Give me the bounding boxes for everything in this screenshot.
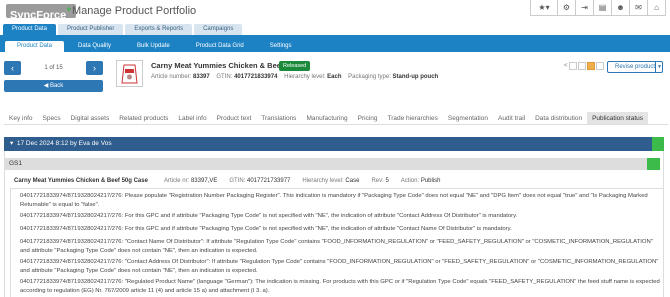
tab-data-distribution[interactable]: Data distribution — [530, 112, 587, 124]
tab-pricing[interactable]: Pricing — [353, 112, 383, 124]
back-button[interactable]: ◀ Back — [4, 80, 103, 92]
user-icon[interactable]: ☻ — [611, 0, 629, 15]
mail-icon[interactable]: ✉ — [629, 0, 647, 15]
logout-icon[interactable]: ⇥ — [575, 0, 593, 15]
subnav-product-data[interactable]: Product Data — [5, 41, 65, 52]
prev-button[interactable]: ‹ — [4, 61, 21, 75]
tab-campaigns[interactable]: Campaigns — [194, 24, 243, 35]
item-hierarchy: Hierarchy level: Case — [302, 178, 360, 184]
tab-manufacturing[interactable]: Manufacturing — [301, 112, 352, 124]
version-box[interactable] — [595, 62, 604, 70]
tab-product-text[interactable]: Product text — [212, 112, 257, 124]
tab-audit-trail[interactable]: Audit trail — [493, 112, 530, 124]
gear-icon[interactable]: ⚙ — [557, 0, 575, 15]
message-item: 04017721833974/8719328024217/276: "Conta… — [20, 259, 659, 274]
message-item: 04017721833974/8719328024217/276: Please… — [20, 193, 648, 208]
star-icon[interactable]: ★▾ — [531, 0, 557, 15]
item-action: Action: Publish — [400, 178, 441, 184]
tab-trade-hierarchies[interactable]: Trade hierarchies — [383, 112, 443, 124]
item-article: Article nr: 83397,VE — [163, 178, 218, 184]
top-bar: SyncForce+ Manage Product Portfolio ★▾ ⚙… — [0, 0, 670, 24]
inbox-icon[interactable]: ▤ — [593, 0, 611, 15]
tab-exports-reports[interactable]: Exports & Reports — [125, 24, 193, 35]
subnav-bulk-update[interactable]: Bulk Update — [125, 41, 182, 52]
main-tabs: Product Data Product Publisher Exports &… — [0, 24, 670, 35]
tab-digital-assets[interactable]: Digital assets — [66, 112, 115, 124]
content-tabs: Key info Specs Digital assets Related pr… — [4, 112, 668, 125]
header-toolbar: ★▾ ⚙ ⇥ ▤ ☻ ✉ ⌂ — [530, 0, 666, 16]
version-box[interactable] — [568, 62, 577, 70]
item-row: Carny Meat Yummies Chicken & Beef 50g Ca… — [8, 175, 658, 187]
item-rev: Rev: 5 — [371, 178, 389, 184]
item-gtin: GTIN: 4017721733977 — [229, 178, 291, 184]
next-button[interactable]: › — [86, 61, 103, 75]
product-name: Carny Meat Yummies Chicken & Beef 50g — [151, 61, 299, 70]
app-title: Manage Product Portfolio — [72, 5, 197, 17]
tab-segmentation[interactable]: Segmentation — [443, 112, 493, 124]
gs1-status-indicator — [647, 158, 660, 170]
pager-text: 1 of 15 — [44, 65, 63, 71]
share-icon: < — [564, 63, 568, 69]
product-meta: Article number: 83397 GTIN: 401772183397… — [151, 74, 439, 80]
tab-key-info[interactable]: Key info — [4, 112, 38, 124]
message-item: 04017721833974/8719328024217/276: For th… — [20, 226, 512, 232]
message-item: 04017721833974/8719328024217/276: For th… — [20, 213, 518, 219]
tab-label-info[interactable]: Label info — [173, 112, 211, 124]
subnav-product-data-grid[interactable]: Product Data Grid — [184, 41, 256, 52]
subnav-data-quality[interactable]: Data Quality — [66, 41, 123, 52]
version-box-active[interactable] — [586, 62, 595, 70]
home-icon[interactable]: ⌂ — [647, 0, 665, 15]
tab-publication-status[interactable]: Publication status — [587, 112, 649, 124]
tab-specs[interactable]: Specs — [38, 112, 66, 124]
tab-related-products[interactable]: Related products — [114, 112, 173, 124]
subnav-settings[interactable]: Settings — [258, 41, 304, 52]
sub-nav: Product Data Data Quality Bulk Update Pr… — [0, 35, 670, 52]
publication-header[interactable]: ▾ 17 Dec 2024 8:12 by Eva de Vos — [4, 137, 652, 151]
status-indicator — [652, 137, 664, 151]
status-badge: Released — [279, 61, 311, 71]
chevron-down-icon[interactable]: ▼ — [655, 61, 663, 73]
product-thumbnail[interactable] — [116, 60, 143, 87]
message-item: 04017721833974/8719328024217/276: "Regul… — [20, 279, 660, 294]
pager: ‹ 1 of 15 › — [4, 61, 103, 75]
syncforce-logo: SyncForce+ — [6, 4, 76, 22]
tab-product-data[interactable]: Product Data — [3, 24, 57, 35]
message-item: 04017721833974/8719328024217/276: "Conta… — [20, 239, 653, 254]
tab-product-publisher[interactable]: Product Publisher — [58, 24, 124, 35]
chevron-down-icon: ▾ — [10, 140, 14, 147]
item-name: Carny Meat Yummies Chicken & Beef 50g Ca… — [14, 178, 148, 184]
version-box[interactable] — [577, 62, 586, 70]
version-selector[interactable]: < — [564, 62, 604, 70]
gs1-header[interactable]: GS1 — [5, 158, 660, 170]
tab-translations[interactable]: Translations — [256, 112, 301, 124]
